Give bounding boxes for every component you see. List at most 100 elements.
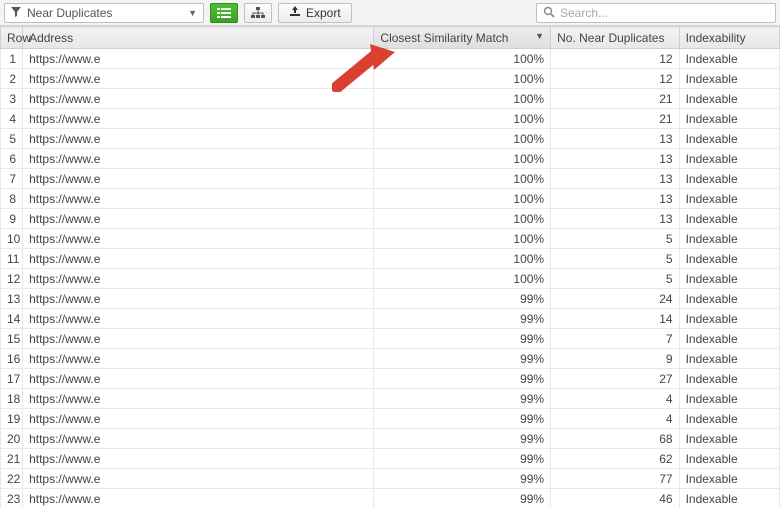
cell-row: 1	[1, 49, 23, 69]
cell-near: 13	[551, 129, 679, 149]
cell-sim: 99%	[374, 289, 551, 309]
cell-row: 12	[1, 269, 23, 289]
cell-near: 27	[551, 369, 679, 389]
cell-address: https://www.e	[23, 269, 374, 289]
table-row[interactable]: 11https://www.e100%5Indexable	[1, 249, 780, 269]
cell-row: 7	[1, 169, 23, 189]
cell-sim: 100%	[374, 189, 551, 209]
cell-address: https://www.e	[23, 249, 374, 269]
cell-sim: 100%	[374, 269, 551, 289]
cell-address: https://www.e	[23, 489, 374, 508]
cell-near: 7	[551, 329, 679, 349]
table-container: Row Address Closest Similarity Match ▼ N…	[0, 26, 780, 508]
table-row[interactable]: 12https://www.e100%5Indexable	[1, 269, 780, 289]
table-row[interactable]: 7https://www.e100%13Indexable	[1, 169, 780, 189]
table-row[interactable]: 9https://www.e100%13Indexable	[1, 209, 780, 229]
cell-idx: Indexable	[679, 249, 779, 269]
cell-address: https://www.e	[23, 149, 374, 169]
table-row[interactable]: 16https://www.e99%9Indexable	[1, 349, 780, 369]
table-body: 1https://www.e100%12Indexable 2https://w…	[1, 49, 780, 508]
table-row[interactable]: 23https://www.e99%46Indexable	[1, 489, 780, 508]
cell-near: 13	[551, 149, 679, 169]
cell-row: 20	[1, 429, 23, 449]
list-view-button[interactable]	[210, 3, 238, 23]
cell-near: 5	[551, 229, 679, 249]
table-row[interactable]: 1https://www.e100%12Indexable	[1, 49, 780, 69]
table-row[interactable]: 22https://www.e99%77Indexable	[1, 469, 780, 489]
tree-view-button[interactable]	[244, 3, 272, 23]
col-address[interactable]: Address	[23, 27, 374, 49]
cell-near: 4	[551, 389, 679, 409]
table-row[interactable]: 21https://www.e99%62Indexable	[1, 449, 780, 469]
cell-idx: Indexable	[679, 109, 779, 129]
table-row[interactable]: 10https://www.e100%5Indexable	[1, 229, 780, 249]
cell-sim: 99%	[374, 349, 551, 369]
table-row[interactable]: 14https://www.e99%14Indexable	[1, 309, 780, 329]
search-input-wrapper[interactable]	[536, 3, 776, 23]
cell-sim: 99%	[374, 409, 551, 429]
table-row[interactable]: 6https://www.e100%13Indexable	[1, 149, 780, 169]
search-icon	[543, 6, 555, 20]
cell-address: https://www.e	[23, 229, 374, 249]
table-row[interactable]: 13https://www.e99%24Indexable	[1, 289, 780, 309]
cell-idx: Indexable	[679, 449, 779, 469]
col-near-dups[interactable]: No. Near Duplicates	[551, 27, 679, 49]
cell-sim: 100%	[374, 149, 551, 169]
cell-idx: Indexable	[679, 49, 779, 69]
cell-near: 62	[551, 449, 679, 469]
cell-idx: Indexable	[679, 389, 779, 409]
cell-sim: 100%	[374, 209, 551, 229]
cell-idx: Indexable	[679, 329, 779, 349]
cell-near: 5	[551, 249, 679, 269]
table-row[interactable]: 8https://www.e100%13Indexable	[1, 189, 780, 209]
cell-sim: 99%	[374, 389, 551, 409]
cell-sim: 99%	[374, 489, 551, 508]
search-input[interactable]	[560, 6, 769, 20]
col-similarity[interactable]: Closest Similarity Match ▼	[374, 27, 551, 49]
cell-row: 8	[1, 189, 23, 209]
cell-row: 5	[1, 129, 23, 149]
cell-near: 21	[551, 109, 679, 129]
cell-row: 3	[1, 89, 23, 109]
list-icon	[217, 7, 231, 19]
table-row[interactable]: 19https://www.e99%4Indexable	[1, 409, 780, 429]
table-row[interactable]: 3https://www.e100%21Indexable	[1, 89, 780, 109]
col-index-label: Indexability	[686, 31, 746, 45]
col-row-label: Row	[7, 31, 31, 45]
cell-row: 15	[1, 329, 23, 349]
table-row[interactable]: 18https://www.e99%4Indexable	[1, 389, 780, 409]
cell-address: https://www.e	[23, 169, 374, 189]
cell-sim: 100%	[374, 69, 551, 89]
cell-row: 19	[1, 409, 23, 429]
cell-sim: 100%	[374, 109, 551, 129]
filter-dropdown[interactable]: Near Duplicates ▼	[4, 3, 204, 23]
cell-address: https://www.e	[23, 469, 374, 489]
cell-idx: Indexable	[679, 409, 779, 429]
cell-address: https://www.e	[23, 429, 374, 449]
table-row[interactable]: 15https://www.e99%7Indexable	[1, 329, 780, 349]
cell-row: 13	[1, 289, 23, 309]
table-row[interactable]: 2https://www.e100%12Indexable	[1, 69, 780, 89]
cell-address: https://www.e	[23, 69, 374, 89]
cell-row: 2	[1, 69, 23, 89]
col-near-label: No. Near Duplicates	[557, 31, 664, 45]
table-row[interactable]: 17https://www.e99%27Indexable	[1, 369, 780, 389]
export-button[interactable]: Export	[278, 3, 352, 23]
results-table: Row Address Closest Similarity Match ▼ N…	[0, 26, 780, 508]
table-row[interactable]: 4https://www.e100%21Indexable	[1, 109, 780, 129]
cell-near: 14	[551, 309, 679, 329]
funnel-icon	[11, 6, 21, 20]
table-row[interactable]: 5https://www.e100%13Indexable	[1, 129, 780, 149]
cell-near: 9	[551, 349, 679, 369]
cell-row: 10	[1, 229, 23, 249]
cell-sim: 99%	[374, 429, 551, 449]
table-row[interactable]: 20https://www.e99%68Indexable	[1, 429, 780, 449]
cell-sim: 99%	[374, 309, 551, 329]
col-row[interactable]: Row	[1, 27, 23, 49]
cell-near: 24	[551, 289, 679, 309]
cell-near: 13	[551, 169, 679, 189]
cell-row: 11	[1, 249, 23, 269]
cell-row: 18	[1, 389, 23, 409]
cell-address: https://www.e	[23, 409, 374, 429]
col-index[interactable]: Indexability	[679, 27, 779, 49]
